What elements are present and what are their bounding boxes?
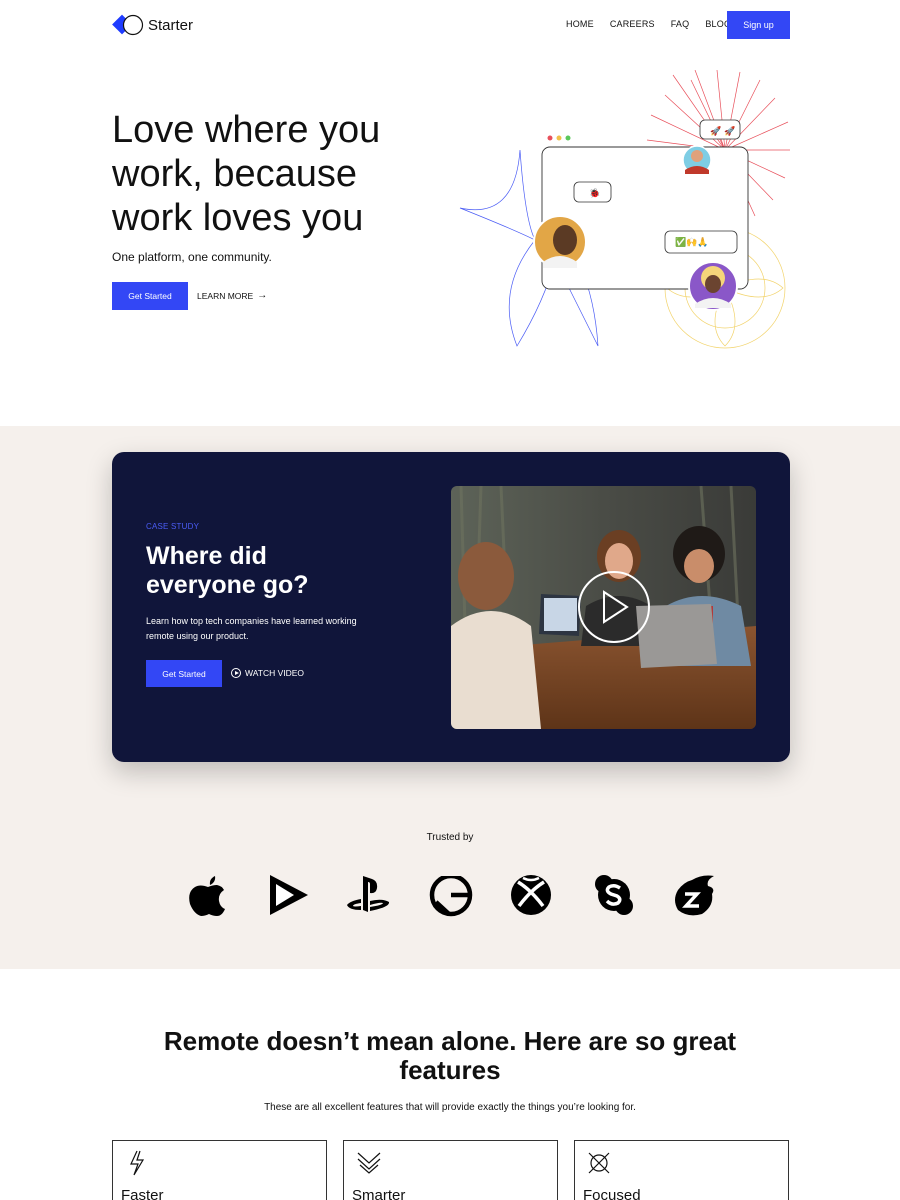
case-study-get-started-button[interactable]: Get Started xyxy=(146,660,222,687)
signup-button[interactable]: Sign up xyxy=(727,11,790,39)
case-study-title-line: everyone go? xyxy=(146,571,309,599)
video-thumbnail[interactable] xyxy=(451,486,756,729)
feature-name: Focused xyxy=(583,1187,641,1200)
arrow-right-icon: → xyxy=(257,290,268,301)
case-study-title: Where did everyone go? xyxy=(146,542,406,600)
nav-links: HOME CAREERS FAQ BLOG xyxy=(566,19,747,29)
brand-logos xyxy=(186,872,716,918)
nav-link-careers[interactable]: CAREERS xyxy=(610,19,655,29)
target-icon xyxy=(588,1152,610,1174)
trusted-by-label: Trusted by xyxy=(426,832,474,843)
case-study-title-line: Where did xyxy=(146,542,267,570)
play-circle-icon xyxy=(231,668,241,678)
avatar xyxy=(533,215,587,269)
avatar xyxy=(688,261,738,311)
get-started-button[interactable]: Get Started xyxy=(112,282,188,310)
feature-card-focused: Focused xyxy=(574,1140,789,1200)
feature-card-faster: Faster xyxy=(112,1140,327,1200)
features-subtitle: These are all excellent features that wi… xyxy=(264,1102,636,1113)
learn-more-link[interactable]: LEARN MORE → xyxy=(197,290,267,301)
nav-link-faq[interactable]: FAQ xyxy=(671,19,690,29)
logo-icon xyxy=(112,14,144,36)
xbox-icon xyxy=(511,875,551,915)
window-maximize-dot xyxy=(565,135,571,141)
case-study-text: Learn how top tech companies have learne… xyxy=(146,616,357,641)
chat-emoji-reactions: ✅🙌🙏 xyxy=(675,236,709,248)
hero-title: Love where you work, because work loves … xyxy=(112,108,442,240)
lightning-icon xyxy=(130,1150,145,1176)
features-title-line: Remote doesn’t mean alone. Here are so g… xyxy=(163,1026,737,1056)
learn-more-label: LEARN MORE xyxy=(197,290,254,301)
nav-link-home[interactable]: HOME xyxy=(566,19,594,29)
features-title-line: features xyxy=(399,1055,501,1085)
chat-emoji-bug: 🐞 xyxy=(589,187,600,199)
playstation-icon xyxy=(347,876,390,912)
features-title: Remote doesn’t mean alone. Here are so g… xyxy=(0,1027,900,1085)
feature-name: Smarter xyxy=(352,1187,406,1200)
window-close-dot xyxy=(547,135,553,141)
brand-logo[interactable]: Starter xyxy=(112,13,193,37)
hero-title-line: work, because xyxy=(112,153,358,195)
watch-video-link[interactable]: WATCH VIDEO xyxy=(231,668,304,678)
apple-icon xyxy=(189,876,225,916)
hero-title-line: work loves you xyxy=(112,197,364,239)
hero-title-line: Love where you xyxy=(112,109,381,151)
google-play-icon xyxy=(270,875,308,915)
hero-subtitle: One platform, one community. xyxy=(112,250,272,264)
zeit-icon xyxy=(675,875,714,916)
avatar xyxy=(682,145,712,175)
chevrons-down-icon xyxy=(357,1152,381,1174)
brand-name: Starter xyxy=(148,16,194,34)
feature-card-smarter: Smarter xyxy=(343,1140,558,1200)
window-minimize-dot xyxy=(556,135,562,141)
feature-name: Faster xyxy=(121,1187,164,1200)
skype-icon xyxy=(595,875,633,915)
gatsby-icon xyxy=(429,872,473,917)
case-study-eyebrow: CASE STUDY xyxy=(146,522,200,531)
top-navigation: Starter HOME CAREERS FAQ BLOG Sign up xyxy=(0,0,900,50)
hero-illustration: 🚀 🚀 🐞 ✅🙌🙏 xyxy=(459,70,790,349)
chat-emoji-rockets: 🚀 🚀 xyxy=(710,125,735,137)
watch-video-label: WATCH VIDEO xyxy=(245,668,305,678)
